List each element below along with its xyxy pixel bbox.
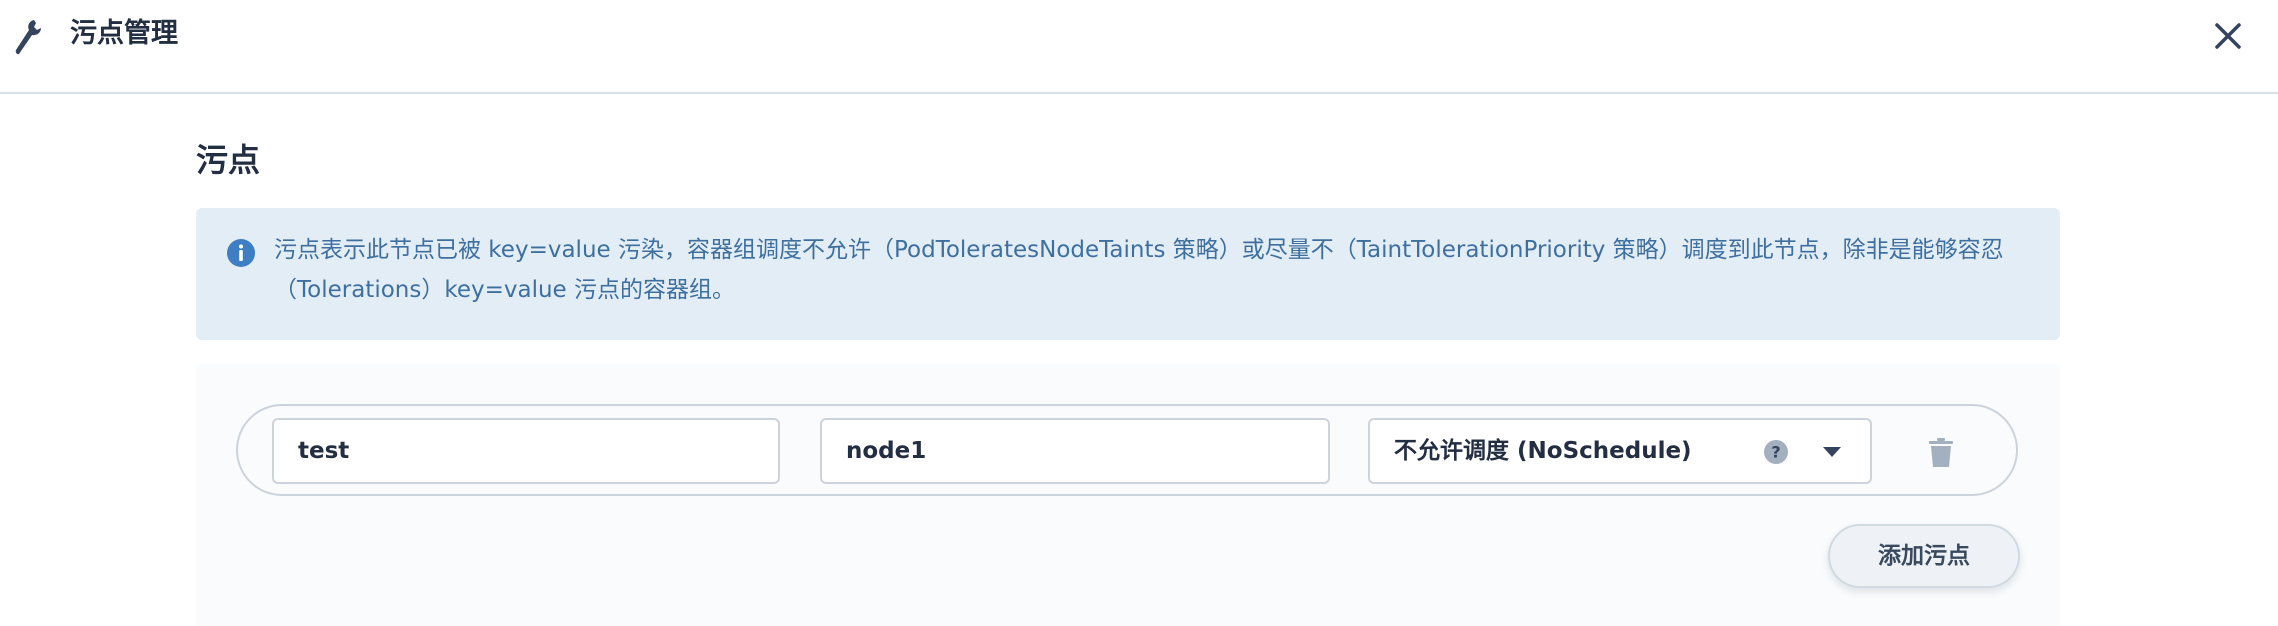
taint-row: test node1 不允许调度 (NoSchedule) ? (236, 404, 2018, 496)
info-icon (227, 239, 255, 267)
section-title: 污点 (196, 141, 261, 179)
modal-title: 污点管理 (70, 18, 178, 49)
question-icon[interactable]: ? (1764, 440, 1788, 464)
svg-text:?: ? (1771, 443, 1780, 462)
taint-value-input[interactable]: node1 (820, 418, 1330, 484)
taint-key-input[interactable]: test (272, 418, 780, 484)
close-icon[interactable] (2212, 20, 2244, 52)
wrench-icon (15, 20, 42, 55)
add-taint-button[interactable]: 添加污点 (1828, 524, 2020, 588)
trash-icon[interactable] (1928, 438, 1954, 468)
taint-panel: test node1 不允许调度 (NoSchedule) ? 添加污点 (196, 364, 2060, 626)
chevron-down-icon[interactable] (1822, 446, 1842, 458)
modal-header: 污点管理 (0, 0, 2278, 94)
taint-effect-label: 不允许调度 (NoSchedule) (1394, 438, 1692, 464)
info-text: 污点表示此节点已被 key=value 污染，容器组调度不允许（PodToler… (274, 237, 2004, 303)
info-banner: 污点表示此节点已被 key=value 污染，容器组调度不允许（PodToler… (196, 208, 2060, 340)
taint-effect-select[interactable]: 不允许调度 (NoSchedule) ? (1368, 418, 1872, 484)
